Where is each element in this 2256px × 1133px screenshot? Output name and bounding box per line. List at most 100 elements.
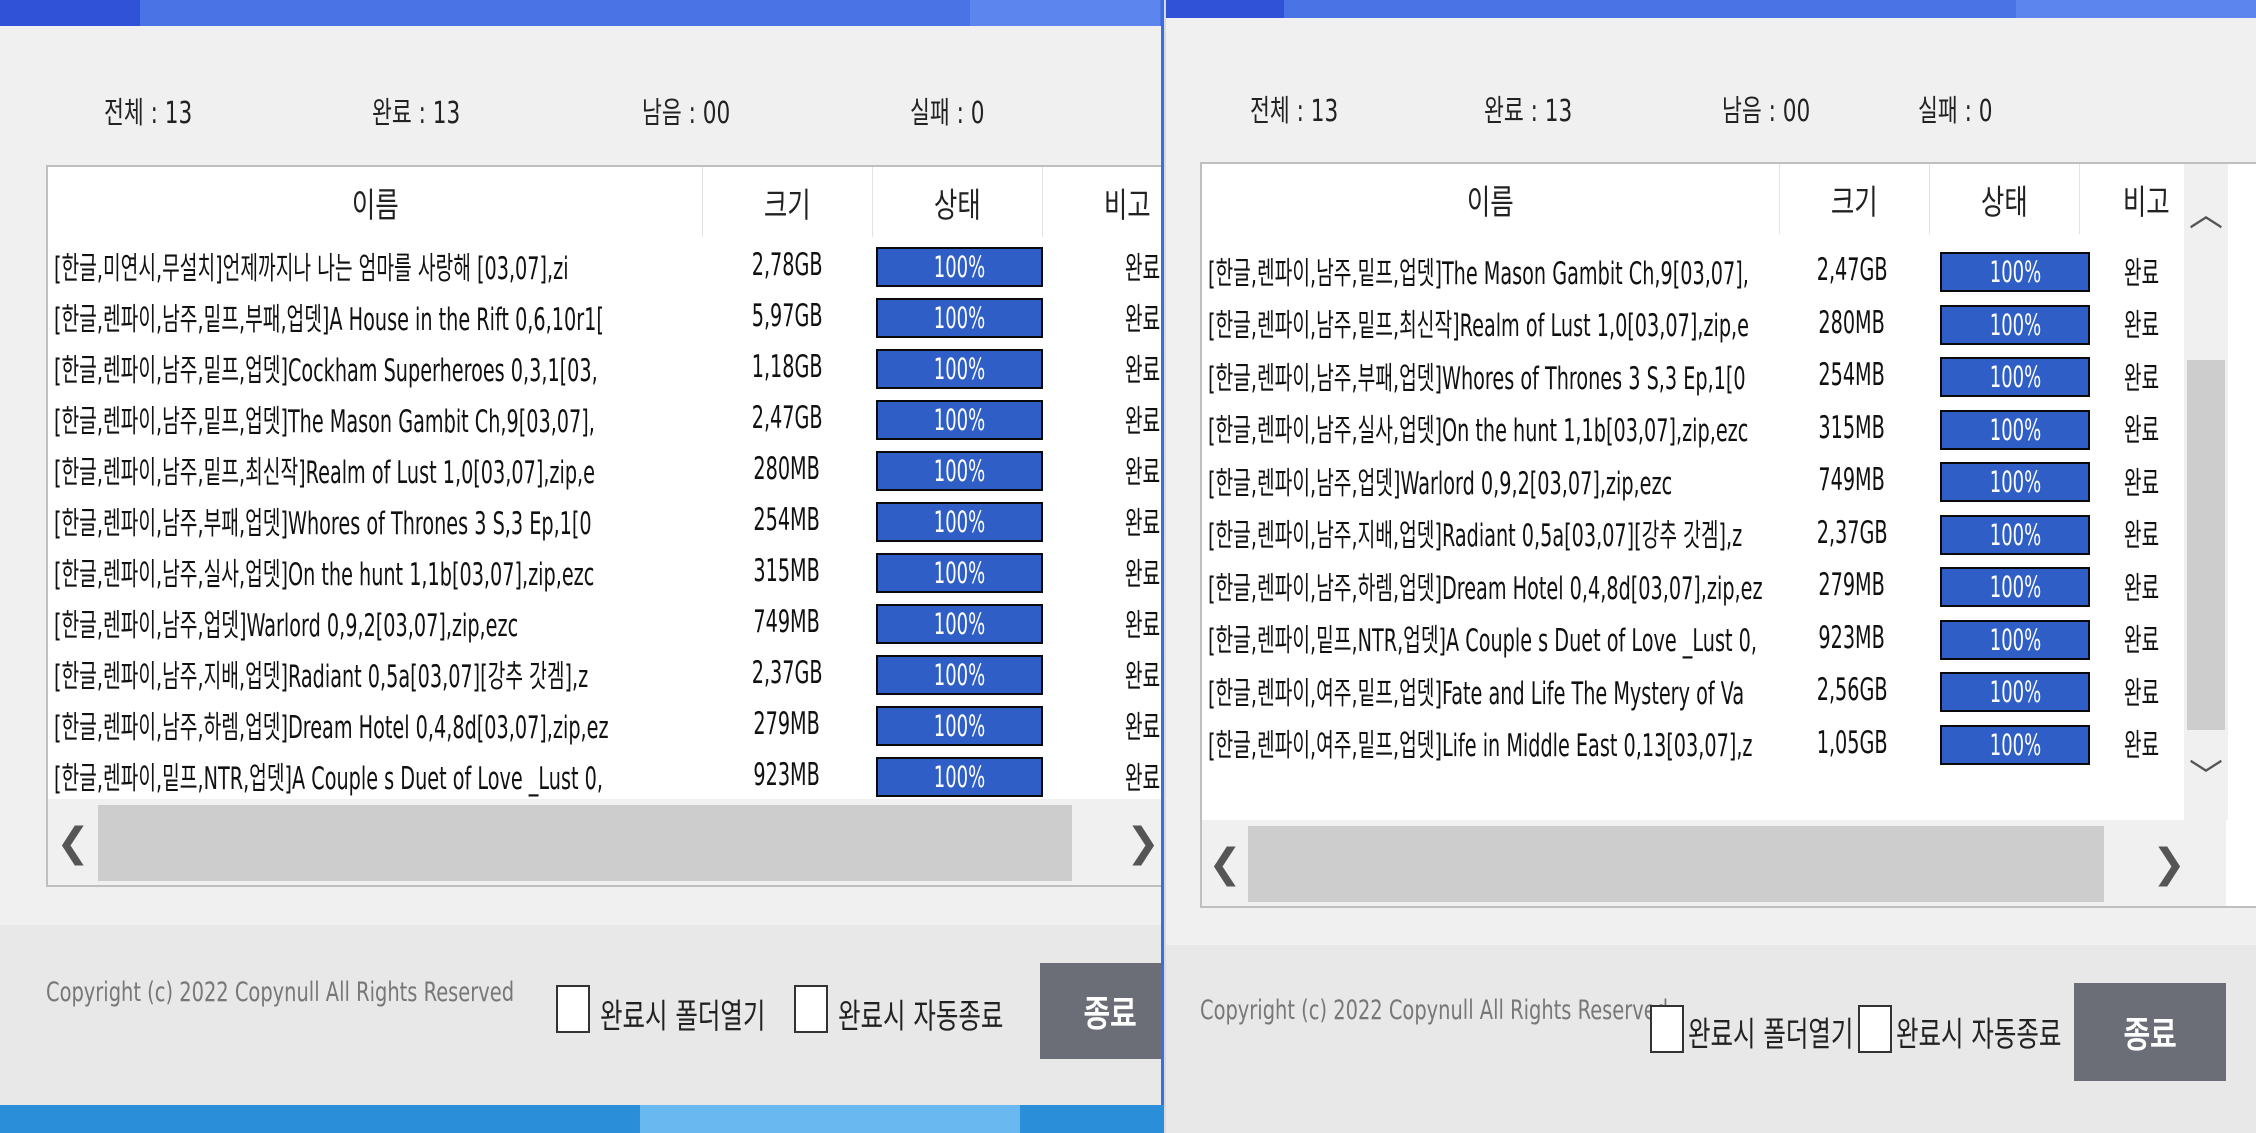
auto-exit-checkbox[interactable] — [1858, 1005, 1892, 1053]
stat-total: 전체 : 13 — [104, 96, 193, 131]
file-name: [한글,렌파이,남주,실사,업뎃]On the hunt 1,1b[03,07]… — [54, 556, 595, 593]
progress-bar: 100% — [1940, 514, 2090, 555]
file-list[interactable]: 이름 크기 상태 비고 [한글,미연시,무설치]언제까지나 나는 엄마를 사랑해… — [46, 165, 1161, 887]
file-size: 254MB — [1818, 357, 1886, 393]
title-bar[interactable] — [0, 0, 1161, 26]
column-header-name[interactable]: 이름 — [48, 167, 703, 237]
open-folder-checkbox[interactable] — [556, 985, 590, 1033]
list-item[interactable]: [한글,렌파이,남주,업뎃]Warlord 0,9,2[03,07],zip,e… — [1202, 454, 2182, 506]
file-name: [한글,렌파이,남주,밑프,업뎃]The Mason Gambit Ch,9[0… — [1208, 255, 1749, 292]
list-item[interactable]: [한글,미연시,무설치]언제까지나 나는 엄마를 사랑해 [03,07],zi 2… — [48, 239, 1161, 291]
column-header-status[interactable]: 상태 — [873, 167, 1043, 237]
list-item[interactable]: [한글,렌파이,남주,실사,업뎃]On the hunt 1,1b[03,07]… — [48, 545, 1161, 597]
column-header-status[interactable]: 상태 — [1930, 164, 2080, 234]
list-item[interactable]: [한글,렌파이,여주,밑프,업뎃]Fate and Life The Myste… — [1202, 664, 2182, 716]
list-item[interactable]: [한글,렌파이,밑프,NTR,업뎃]A Couple s Duet of Lov… — [1202, 612, 2182, 664]
footer: Copyright (c) 2022 Copynull All Rights R… — [1166, 945, 2256, 1133]
list-item[interactable]: [한글,렌파이,남주,지배,업뎃]Radiant 0,5a[03,07][강추 … — [1202, 507, 2182, 559]
status-note: 완료 — [1125, 352, 1161, 389]
file-name: [한글,렌파이,밑프,NTR,업뎃]A Couple s Duet of Lov… — [1208, 623, 1757, 659]
status-note: 완료 — [2124, 465, 2160, 502]
file-name: [한글,렌파이,남주,밑프,최신작]Realm of Lust 1,0[03,0… — [1208, 308, 1749, 344]
scroll-thumb[interactable] — [98, 805, 1072, 881]
horizontal-scrollbar[interactable]: ❮ ❯ — [1202, 820, 2226, 906]
file-size: 279MB — [1818, 567, 1886, 603]
list-item[interactable]: [한글,렌파이,남주,밑프,업뎃]The Mason Gambit Ch,9[0… — [1202, 244, 2182, 296]
status-note: 완료 — [1125, 760, 1161, 797]
progress-label: 100% — [1989, 307, 2041, 342]
file-size: 923MB — [1818, 619, 1886, 656]
auto-exit-checkbox[interactable] — [794, 985, 828, 1033]
status-note: 완료 — [2124, 675, 2160, 712]
column-header-size[interactable]: 크기 — [703, 167, 873, 237]
file-size: 923MB — [753, 757, 821, 793]
stat-done: 완료 : 13 — [1484, 94, 1573, 129]
stat-remaining: 남음 : 00 — [642, 96, 731, 131]
progress-bar: 100% — [1940, 672, 2090, 712]
file-name: [한글,렌파이,남주,하렘,업뎃]Dream Hotel 0,4,8d[03,0… — [1208, 570, 1763, 607]
list-item[interactable]: [한글,렌파이,남주,밑프,최신작]Realm of Lust 1,0[03,0… — [48, 443, 1161, 495]
download-window-right: 전체 : 13 완료 : 13 남음 : 00 실패 : 0 이름 크기 상태 … — [1166, 0, 2256, 1133]
progress-bar: 100% — [876, 655, 1043, 695]
file-list[interactable]: 이름 크기 상태 비고 [한글,렌파이,남주,밑프,업뎃]The Mason G… — [1200, 162, 2256, 908]
list-item[interactable]: [한글,렌파이,남주,실사,업뎃]On the hunt 1,1b[03,07]… — [1202, 402, 2182, 454]
progress-bar: 100% — [876, 349, 1043, 389]
progress-bar: 100% — [1940, 567, 2090, 607]
progress-bar: 100% — [876, 757, 1043, 797]
file-size: 315MB — [753, 553, 821, 589]
list-item[interactable]: [한글,렌파이,남주,하렘,업뎃]Dream Hotel 0,4,8d[03,0… — [48, 698, 1161, 750]
title-bar[interactable] — [1166, 0, 2256, 18]
title-bar-segment — [970, 0, 1160, 26]
vertical-scrollbar[interactable]: ︿ ﹀ — [2184, 164, 2228, 820]
file-name: [한글,렌파이,남주,지배,업뎃]Radiant 0,5a[03,07][강추 … — [1208, 518, 1743, 554]
column-header-note[interactable]: 비고 — [1043, 167, 1161, 237]
column-header-size[interactable]: 크기 — [1780, 164, 1930, 234]
list-item[interactable]: [한글,렌파이,밑프,NTR,업뎃]A Couple s Duet of Lov… — [48, 749, 1161, 801]
progress-bar: 100% — [876, 451, 1043, 491]
progress-bar: 100% — [876, 400, 1043, 440]
list-item[interactable]: [한글,렌파이,남주,업뎃]Warlord 0,9,2[03,07],zip,e… — [48, 596, 1161, 648]
progress-bar: 100% — [876, 553, 1043, 593]
file-name: [한글,렌파이,밑프,NTR,업뎃]A Couple s Duet of Lov… — [54, 760, 603, 797]
column-header-name[interactable]: 이름 — [1202, 164, 1780, 234]
status-note: 완료 — [2124, 728, 2160, 764]
list-item[interactable]: [한글,렌파이,남주,지배,업뎃]Radiant 0,5a[03,07][강추 … — [48, 647, 1161, 699]
status-note: 완료 — [1125, 250, 1161, 287]
list-item[interactable]: [한글,렌파이,남주,밑프,부패,업뎃]A House in the Rift … — [48, 290, 1161, 342]
progress-label: 100% — [1989, 622, 2041, 657]
file-size: 1,18GB — [751, 349, 823, 385]
file-size: 2,37GB — [751, 655, 823, 691]
scroll-thumb[interactable] — [2187, 360, 2225, 730]
horizontal-scrollbar[interactable]: ❮ ❯ — [48, 799, 1161, 885]
list-item[interactable]: [한글,렌파이,남주,부패,업뎃]Whores of Thrones 3 S,3… — [48, 494, 1161, 546]
progress-label: 100% — [1989, 412, 2041, 447]
file-name: [한글,렌파이,남주,밑프,업뎃]Cockham Superheroes 0,3… — [54, 352, 598, 389]
progress-bar: 100% — [876, 502, 1043, 542]
stat-done: 완료 : 13 — [372, 96, 461, 131]
progress-bar: 100% — [1940, 724, 2090, 765]
status-note: 완료 — [1125, 556, 1161, 593]
progress-label: 100% — [1989, 255, 2041, 289]
scroll-right-icon[interactable]: ❯ — [1118, 799, 1161, 885]
list-item[interactable]: [한글,렌파이,여주,밑프,업뎃]Life in Middle East 0,1… — [1202, 717, 2182, 769]
list-item[interactable]: [한글,렌파이,남주,밑프,업뎃]The Mason Gambit Ch,9[0… — [48, 392, 1161, 444]
scroll-up-icon[interactable]: ︿ — [2184, 186, 2228, 236]
list-item[interactable]: [한글,렌파이,남주,하렘,업뎃]Dream Hotel 0,4,8d[03,0… — [1202, 559, 2182, 611]
open-folder-checkbox[interactable] — [1650, 1005, 1684, 1053]
exit-button[interactable]: 종료 — [2074, 983, 2226, 1081]
status-note: 완료 — [1125, 301, 1161, 338]
scroll-right-icon[interactable]: ❯ — [2146, 820, 2192, 906]
progress-bar: 100% — [1940, 409, 2090, 450]
exit-button[interactable]: 종료 — [1040, 963, 1161, 1059]
scroll-left-icon[interactable]: ❮ — [48, 799, 98, 885]
scroll-left-icon[interactable]: ❮ — [1202, 820, 1248, 906]
list-item[interactable]: [한글,렌파이,남주,부패,업뎃]Whores of Thrones 3 S,3… — [1202, 349, 2182, 401]
taskbar-highlight — [640, 1105, 1020, 1133]
list-item[interactable]: [한글,렌파이,남주,밑프,최신작]Realm of Lust 1,0[03,0… — [1202, 297, 2182, 349]
scroll-thumb[interactable] — [1248, 826, 2104, 902]
list-item[interactable]: [한글,렌파이,남주,밑프,업뎃]Cockham Superheroes 0,3… — [48, 341, 1161, 393]
progress-label: 100% — [1989, 727, 2041, 762]
status-note: 완료 — [1125, 607, 1161, 644]
scroll-down-icon[interactable]: ﹀ — [2184, 748, 2228, 798]
file-name: [한글,렌파이,여주,밑프,업뎃]Life in Middle East 0,1… — [1208, 728, 1753, 764]
